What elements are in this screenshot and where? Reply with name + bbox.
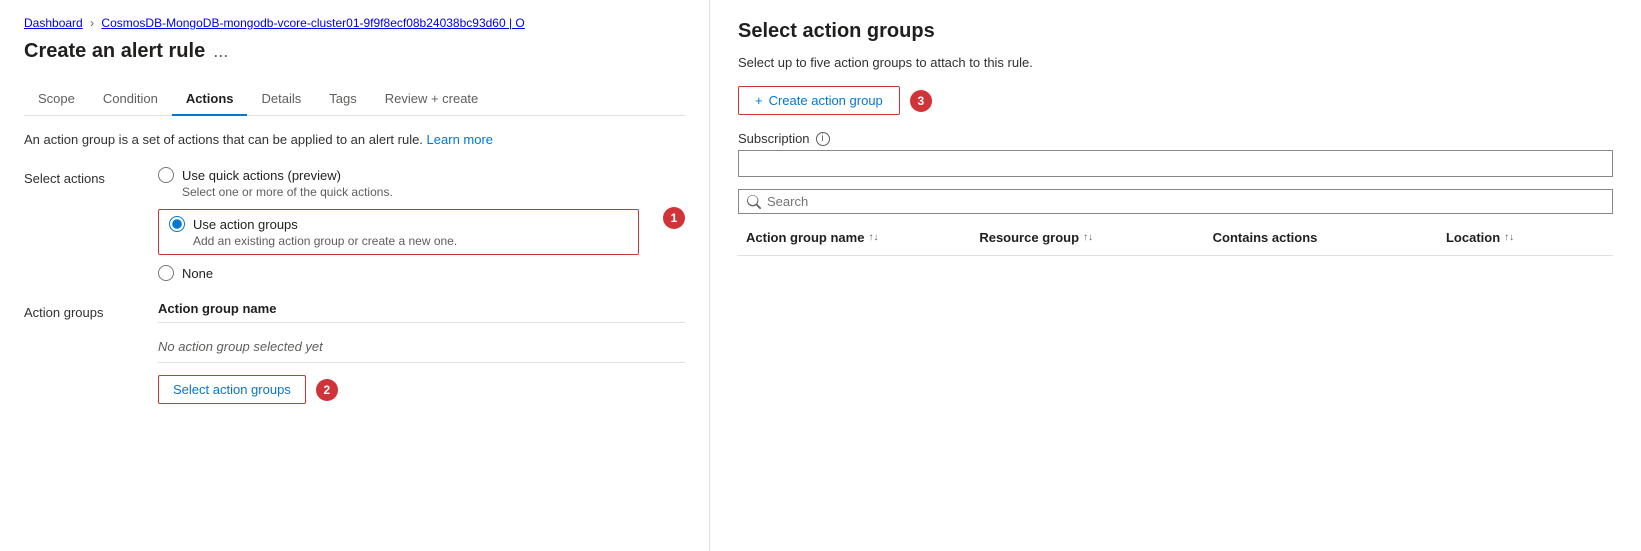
- action-groups-radio[interactable]: [169, 216, 185, 232]
- step-badge-2: 2: [316, 379, 338, 401]
- th-resource-group: Resource group ↑↓: [971, 226, 1204, 249]
- search-row: [738, 189, 1613, 214]
- action-groups-sublabel: Add an existing action group or create a…: [193, 234, 628, 248]
- tab-scope[interactable]: Scope: [24, 83, 89, 116]
- none-option: None: [158, 265, 639, 281]
- plus-icon: +: [755, 93, 763, 108]
- tab-tags[interactable]: Tags: [315, 83, 370, 116]
- panel-subtitle: Select up to five action groups to attac…: [738, 55, 1613, 70]
- more-options-icon[interactable]: ...: [213, 41, 228, 62]
- learn-more-link[interactable]: Learn more: [427, 132, 493, 147]
- th-action-group-name: Action group name ↑↓: [738, 226, 971, 249]
- breadcrumb: Dashboard › CosmosDB-MongoDB-mongodb-vco…: [24, 16, 685, 30]
- tab-condition[interactable]: Condition: [89, 83, 172, 116]
- subscription-label: Subscription: [738, 131, 810, 146]
- tabs-bar: Scope Condition Actions Details Tags Rev…: [24, 83, 685, 116]
- action-groups-section: Action groups Action group name No actio…: [24, 301, 685, 404]
- panel-title: Select action groups: [738, 20, 1613, 43]
- ag-content: Action group name No action group select…: [158, 301, 685, 404]
- select-ag-row: Select action groups 2: [158, 375, 685, 404]
- create-ag-row: + Create action group 3: [738, 86, 1613, 115]
- sort-icon-resource[interactable]: ↑↓: [1083, 232, 1093, 243]
- sort-icon-name[interactable]: ↑↓: [868, 232, 878, 243]
- subscription-input[interactable]: [738, 150, 1613, 177]
- tab-details[interactable]: Details: [247, 83, 315, 116]
- create-action-group-button[interactable]: + Create action group: [738, 86, 900, 115]
- subscription-label-row: Subscription i: [738, 131, 1613, 146]
- page-title-row: Create an alert rule ...: [24, 40, 685, 63]
- action-groups-option: Use action groups Add an existing action…: [158, 209, 639, 255]
- none-label: None: [182, 266, 213, 281]
- actions-options: Use quick actions (preview) Select one o…: [158, 167, 639, 281]
- breadcrumb-resource[interactable]: CosmosDB-MongoDB-mongodb-vcore-cluster01…: [101, 16, 524, 30]
- th-contains-actions: Contains actions: [1205, 226, 1438, 249]
- select-actions-label: Select actions: [24, 167, 134, 281]
- quick-actions-sublabel: Select one or more of the quick actions.: [182, 185, 639, 199]
- select-action-groups-button[interactable]: Select action groups: [158, 375, 306, 404]
- tab-review-create[interactable]: Review + create: [371, 83, 493, 116]
- select-actions-section: Select actions Use quick actions (previe…: [24, 167, 685, 281]
- quick-actions-option: Use quick actions (preview) Select one o…: [158, 167, 639, 199]
- th-location: Location ↑↓: [1438, 226, 1613, 249]
- action-groups-section-label: Action groups: [24, 301, 134, 404]
- page-title: Create an alert rule: [24, 40, 205, 63]
- ag-table-header: Action group name: [158, 301, 685, 323]
- step-badge-1: 1: [663, 207, 685, 229]
- create-ag-label: Create action group: [769, 93, 883, 108]
- action-groups-label: Use action groups: [193, 217, 298, 232]
- left-panel: Dashboard › CosmosDB-MongoDB-mongodb-vco…: [0, 0, 710, 551]
- tab-actions[interactable]: Actions: [172, 83, 248, 116]
- none-radio[interactable]: [158, 265, 174, 281]
- actions-description: An action group is a set of actions that…: [24, 132, 685, 147]
- ag-empty-message: No action group selected yet: [158, 331, 685, 363]
- quick-actions-radio[interactable]: [158, 167, 174, 183]
- quick-actions-label: Use quick actions (preview): [182, 168, 341, 183]
- table-header: Action group name ↑↓ Resource group ↑↓ C…: [738, 226, 1613, 256]
- search-icon: [747, 195, 761, 209]
- sort-icon-location[interactable]: ↑↓: [1504, 232, 1514, 243]
- search-input[interactable]: [767, 194, 1604, 209]
- right-panel: Select action groups Select up to five a…: [710, 0, 1641, 551]
- subscription-info-icon: i: [816, 132, 830, 146]
- step-badge-3: 3: [910, 90, 932, 112]
- breadcrumb-dashboard[interactable]: Dashboard: [24, 16, 83, 30]
